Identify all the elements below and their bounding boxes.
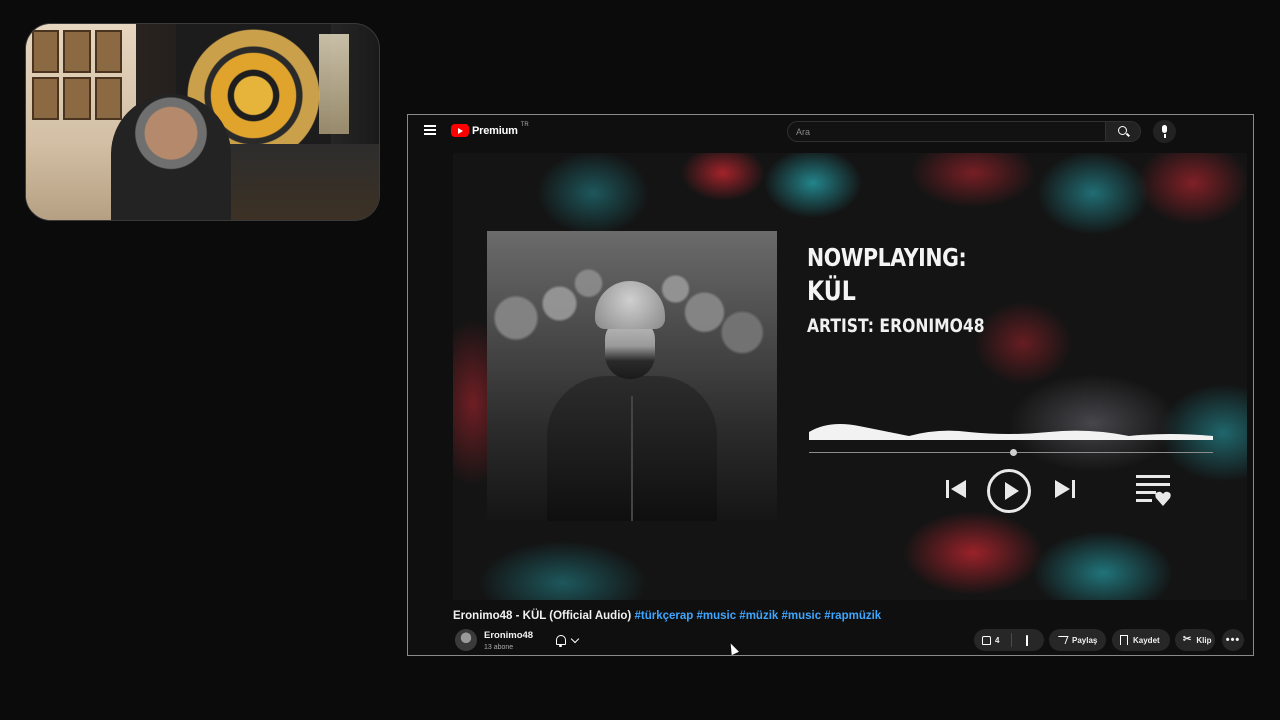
search-button[interactable] [1105,121,1141,142]
youtube-header: Premium TR [408,115,1253,147]
album-cover [487,231,777,521]
bell-icon [555,635,566,647]
artist-label: ARTIST: ERONIMO48 [807,315,985,337]
thumbs-up-icon [982,635,991,645]
scissors-icon: ✂ [1183,634,1192,645]
playlist-heart-icon[interactable] [1136,473,1172,507]
save-label: Kaydet [1133,635,1160,645]
video-player[interactable]: NOWPLAYING: KÜL ARTIST: ERONIMO48 [453,153,1247,600]
webcam-picture-frames [32,30,122,120]
channel-name[interactable]: Eronimo48 [484,630,533,641]
clip-label: Klip [1196,635,1212,645]
subscriber-count: 13 abone [484,644,514,651]
webcam-person [111,94,231,220]
youtube-logo[interactable]: Premium TR [451,121,529,137]
search-icon [1118,126,1127,135]
now-playing-label: NOWPLAYING: [807,243,967,272]
more-actions-button[interactable]: ••• [1222,629,1244,651]
logo-text: Premium [472,124,518,137]
microphone-icon[interactable] [1153,120,1176,143]
bookmark-icon [1120,635,1128,645]
like-dislike-group: 4 [974,629,1044,651]
play-icon[interactable] [987,469,1031,513]
webcam-shelf [229,144,379,220]
youtube-logo-icon [451,124,469,137]
like-button[interactable]: 4 [974,633,1012,647]
progress-knob[interactable] [1010,449,1017,456]
video-hashtags[interactable]: #türkçerap #music #müzik #music #rapmüzi… [634,610,881,622]
chevron-down-icon [570,634,579,643]
next-icon[interactable] [1051,478,1077,500]
share-icon [1055,636,1069,644]
clip-button[interactable]: ✂ Klip [1175,629,1215,651]
screen: Premium TR NOWPLAYING: KÜL ARTIST: ERONI… [0,0,1280,720]
share-label: Paylaş [1072,635,1098,645]
search-input[interactable] [788,122,1105,142]
more-icon: ••• [1225,634,1241,646]
video-title: Eronimo48 - KÜL (Official Audio) #türkçe… [453,610,881,622]
webcam-lamp [319,34,349,134]
logo-region: TR [520,121,529,128]
channel-avatar[interactable] [455,629,477,651]
search-box [787,121,1105,142]
like-count: 4 [995,635,1000,645]
waveform [809,424,1213,440]
webcam-overlay [25,23,380,221]
dislike-button[interactable] [1017,634,1028,646]
notification-bell-button[interactable] [546,629,587,651]
save-button[interactable]: Kaydet [1112,629,1170,651]
video-title-text: Eronimo48 - KÜL (Official Audio) [453,610,632,622]
hamburger-menu-icon[interactable] [424,125,436,135]
youtube-window: Premium TR NOWPLAYING: KÜL ARTIST: ERONI… [407,114,1254,656]
album-jacket [547,376,717,521]
previous-icon[interactable] [944,478,970,500]
song-title: KÜL [807,276,856,307]
share-button[interactable]: Paylaş [1049,629,1106,651]
thumbs-down-icon [1026,634,1028,646]
